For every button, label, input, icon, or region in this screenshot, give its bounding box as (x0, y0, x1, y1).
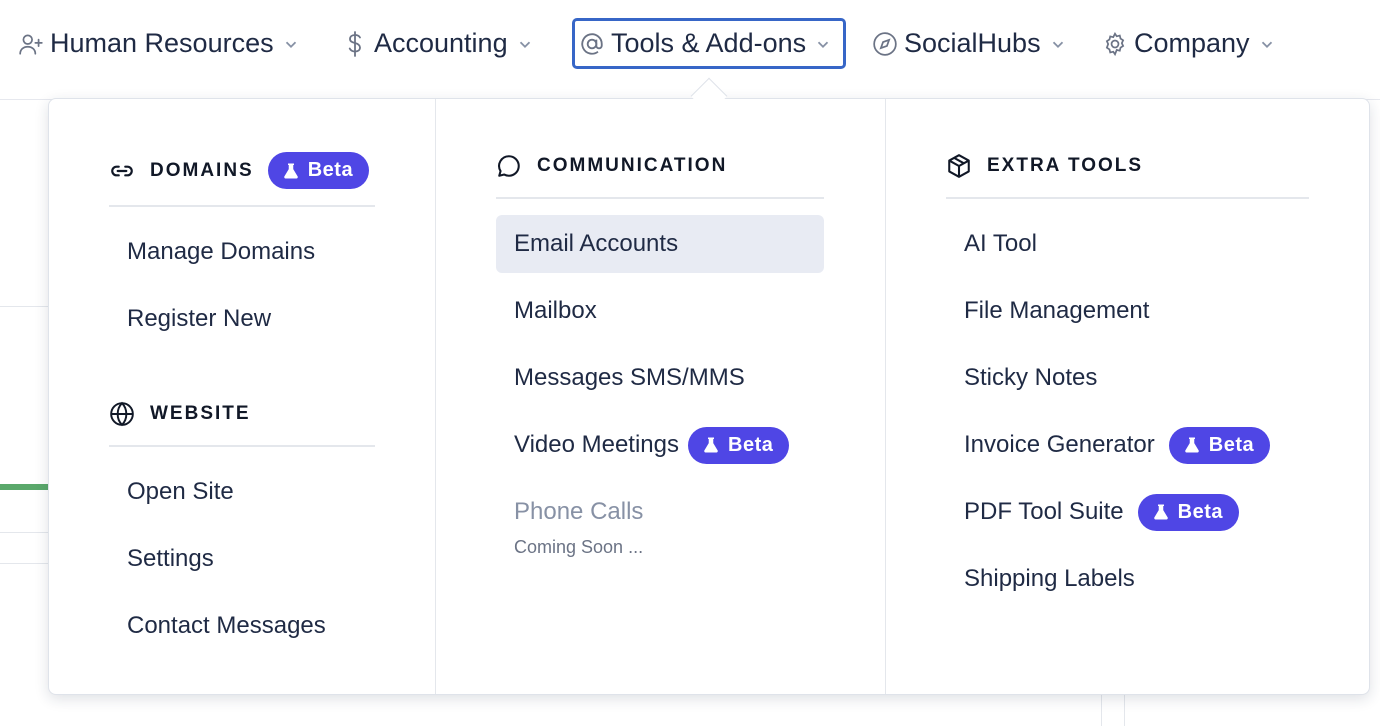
beta-badge: Beta (267, 152, 370, 189)
badge-label: Beta (1208, 433, 1255, 456)
menu-link-ai-tool[interactable]: AI Tool (946, 215, 1309, 273)
flask-icon (1152, 503, 1170, 521)
section-title: DOMAINS (150, 159, 254, 181)
background-progress-bar (0, 484, 48, 490)
tools-addons-dropdown: DOMAINS Beta Manage Domains Register New… (48, 98, 1370, 695)
section-divider (109, 445, 375, 447)
flask-icon (282, 162, 300, 180)
coming-soon-note: Coming Soon ... (514, 537, 644, 557)
flask-icon (1183, 436, 1201, 454)
section-title: COMMUNICATION (537, 155, 728, 176)
menu-column-domains-website: DOMAINS Beta Manage Domains Register New… (49, 99, 436, 694)
chat-bubble-icon (496, 153, 522, 179)
menu-link-mailbox[interactable]: Mailbox (496, 282, 824, 340)
beta-badge: Beta (1168, 426, 1271, 464)
at-sign-icon (577, 29, 607, 59)
communication-section-header: COMMUNICATION (496, 153, 727, 179)
section-divider (109, 205, 375, 207)
chevron-down-icon (1258, 34, 1278, 54)
menu-link-contact-messages[interactable]: Contact Messages (109, 597, 375, 655)
globe-icon (109, 401, 135, 427)
menu-link-file-management[interactable]: File Management (946, 282, 1309, 340)
nav-human-resources[interactable]: Human Resources (16, 18, 302, 69)
background-divider (0, 563, 48, 564)
link-icon (109, 158, 135, 184)
menu-link-messages-sms-mms[interactable]: Messages SMS/MMS (496, 349, 824, 407)
domains-section-header: DOMAINS Beta (109, 152, 370, 189)
user-plus-icon (16, 29, 46, 59)
nav-company[interactable]: Company (1100, 18, 1278, 69)
badge-label: Beta (307, 159, 354, 181)
menu-link-phone-calls: Phone Calls (514, 498, 644, 525)
section-title: WEBSITE (150, 403, 251, 424)
chevron-down-icon (516, 34, 536, 54)
menu-link-label: Video Meetings (514, 431, 679, 458)
nav-label: Tools & Add-ons (611, 28, 807, 58)
menu-link-shipping-labels[interactable]: Shipping Labels (946, 550, 1309, 608)
nav-label: Human Resources (50, 28, 274, 58)
website-section-header: WEBSITE (109, 401, 251, 427)
background-divider (1101, 695, 1102, 726)
menu-link-video-meetings[interactable]: Video Meetings Beta (496, 416, 824, 474)
badge-label: Beta (728, 433, 774, 456)
badge-label: Beta (1177, 500, 1223, 523)
gear-icon (1100, 29, 1130, 59)
menu-link-email-accounts[interactable]: Email Accounts (496, 215, 824, 273)
menu-link-label: Invoice Generator (964, 431, 1155, 458)
flask-icon (702, 436, 720, 454)
nav-label: Accounting (374, 28, 508, 58)
section-divider (946, 197, 1309, 199)
cube-icon (946, 153, 972, 179)
background-divider (0, 306, 48, 307)
beta-badge: Beta (688, 426, 790, 464)
menu-link-manage-domains[interactable]: Manage Domains (109, 223, 375, 281)
dollar-icon (340, 29, 370, 59)
top-navigation: Human Resources Accounting Tools & Add-o… (0, 0, 1380, 100)
section-divider (496, 197, 824, 199)
menu-column-communication: COMMUNICATION Email Accounts Mailbox Mes… (436, 99, 886, 694)
extra-tools-section-header: EXTRA TOOLS (946, 153, 1143, 179)
nav-socialhubs[interactable]: SocialHubs (870, 18, 1069, 69)
section-title: EXTRA TOOLS (987, 155, 1144, 176)
nav-label: Company (1134, 28, 1250, 58)
menu-link-pdf-tool-suite[interactable]: PDF Tool Suite Beta (946, 483, 1309, 541)
menu-link-register-new[interactable]: Register New (109, 290, 375, 348)
compass-icon (870, 29, 900, 59)
beta-badge: Beta (1137, 493, 1239, 531)
menu-link-open-site[interactable]: Open Site (109, 463, 375, 521)
menu-link-settings[interactable]: Settings (109, 530, 375, 588)
nav-tools-addons[interactable]: Tools & Add-ons (572, 18, 846, 69)
nav-accounting[interactable]: Accounting (340, 18, 536, 69)
menu-link-invoice-generator[interactable]: Invoice Generator Beta (946, 416, 1309, 474)
nav-label: SocialHubs (904, 28, 1041, 58)
background-divider (1124, 695, 1125, 726)
menu-link-label: PDF Tool Suite (964, 498, 1124, 525)
menu-link-sticky-notes[interactable]: Sticky Notes (946, 349, 1309, 407)
chevron-down-icon (814, 34, 834, 54)
menu-column-extra-tools: EXTRA TOOLS AI Tool File Management Stic… (886, 99, 1371, 694)
chevron-down-icon (1049, 34, 1069, 54)
chevron-down-icon (282, 34, 302, 54)
background-divider (0, 532, 48, 533)
